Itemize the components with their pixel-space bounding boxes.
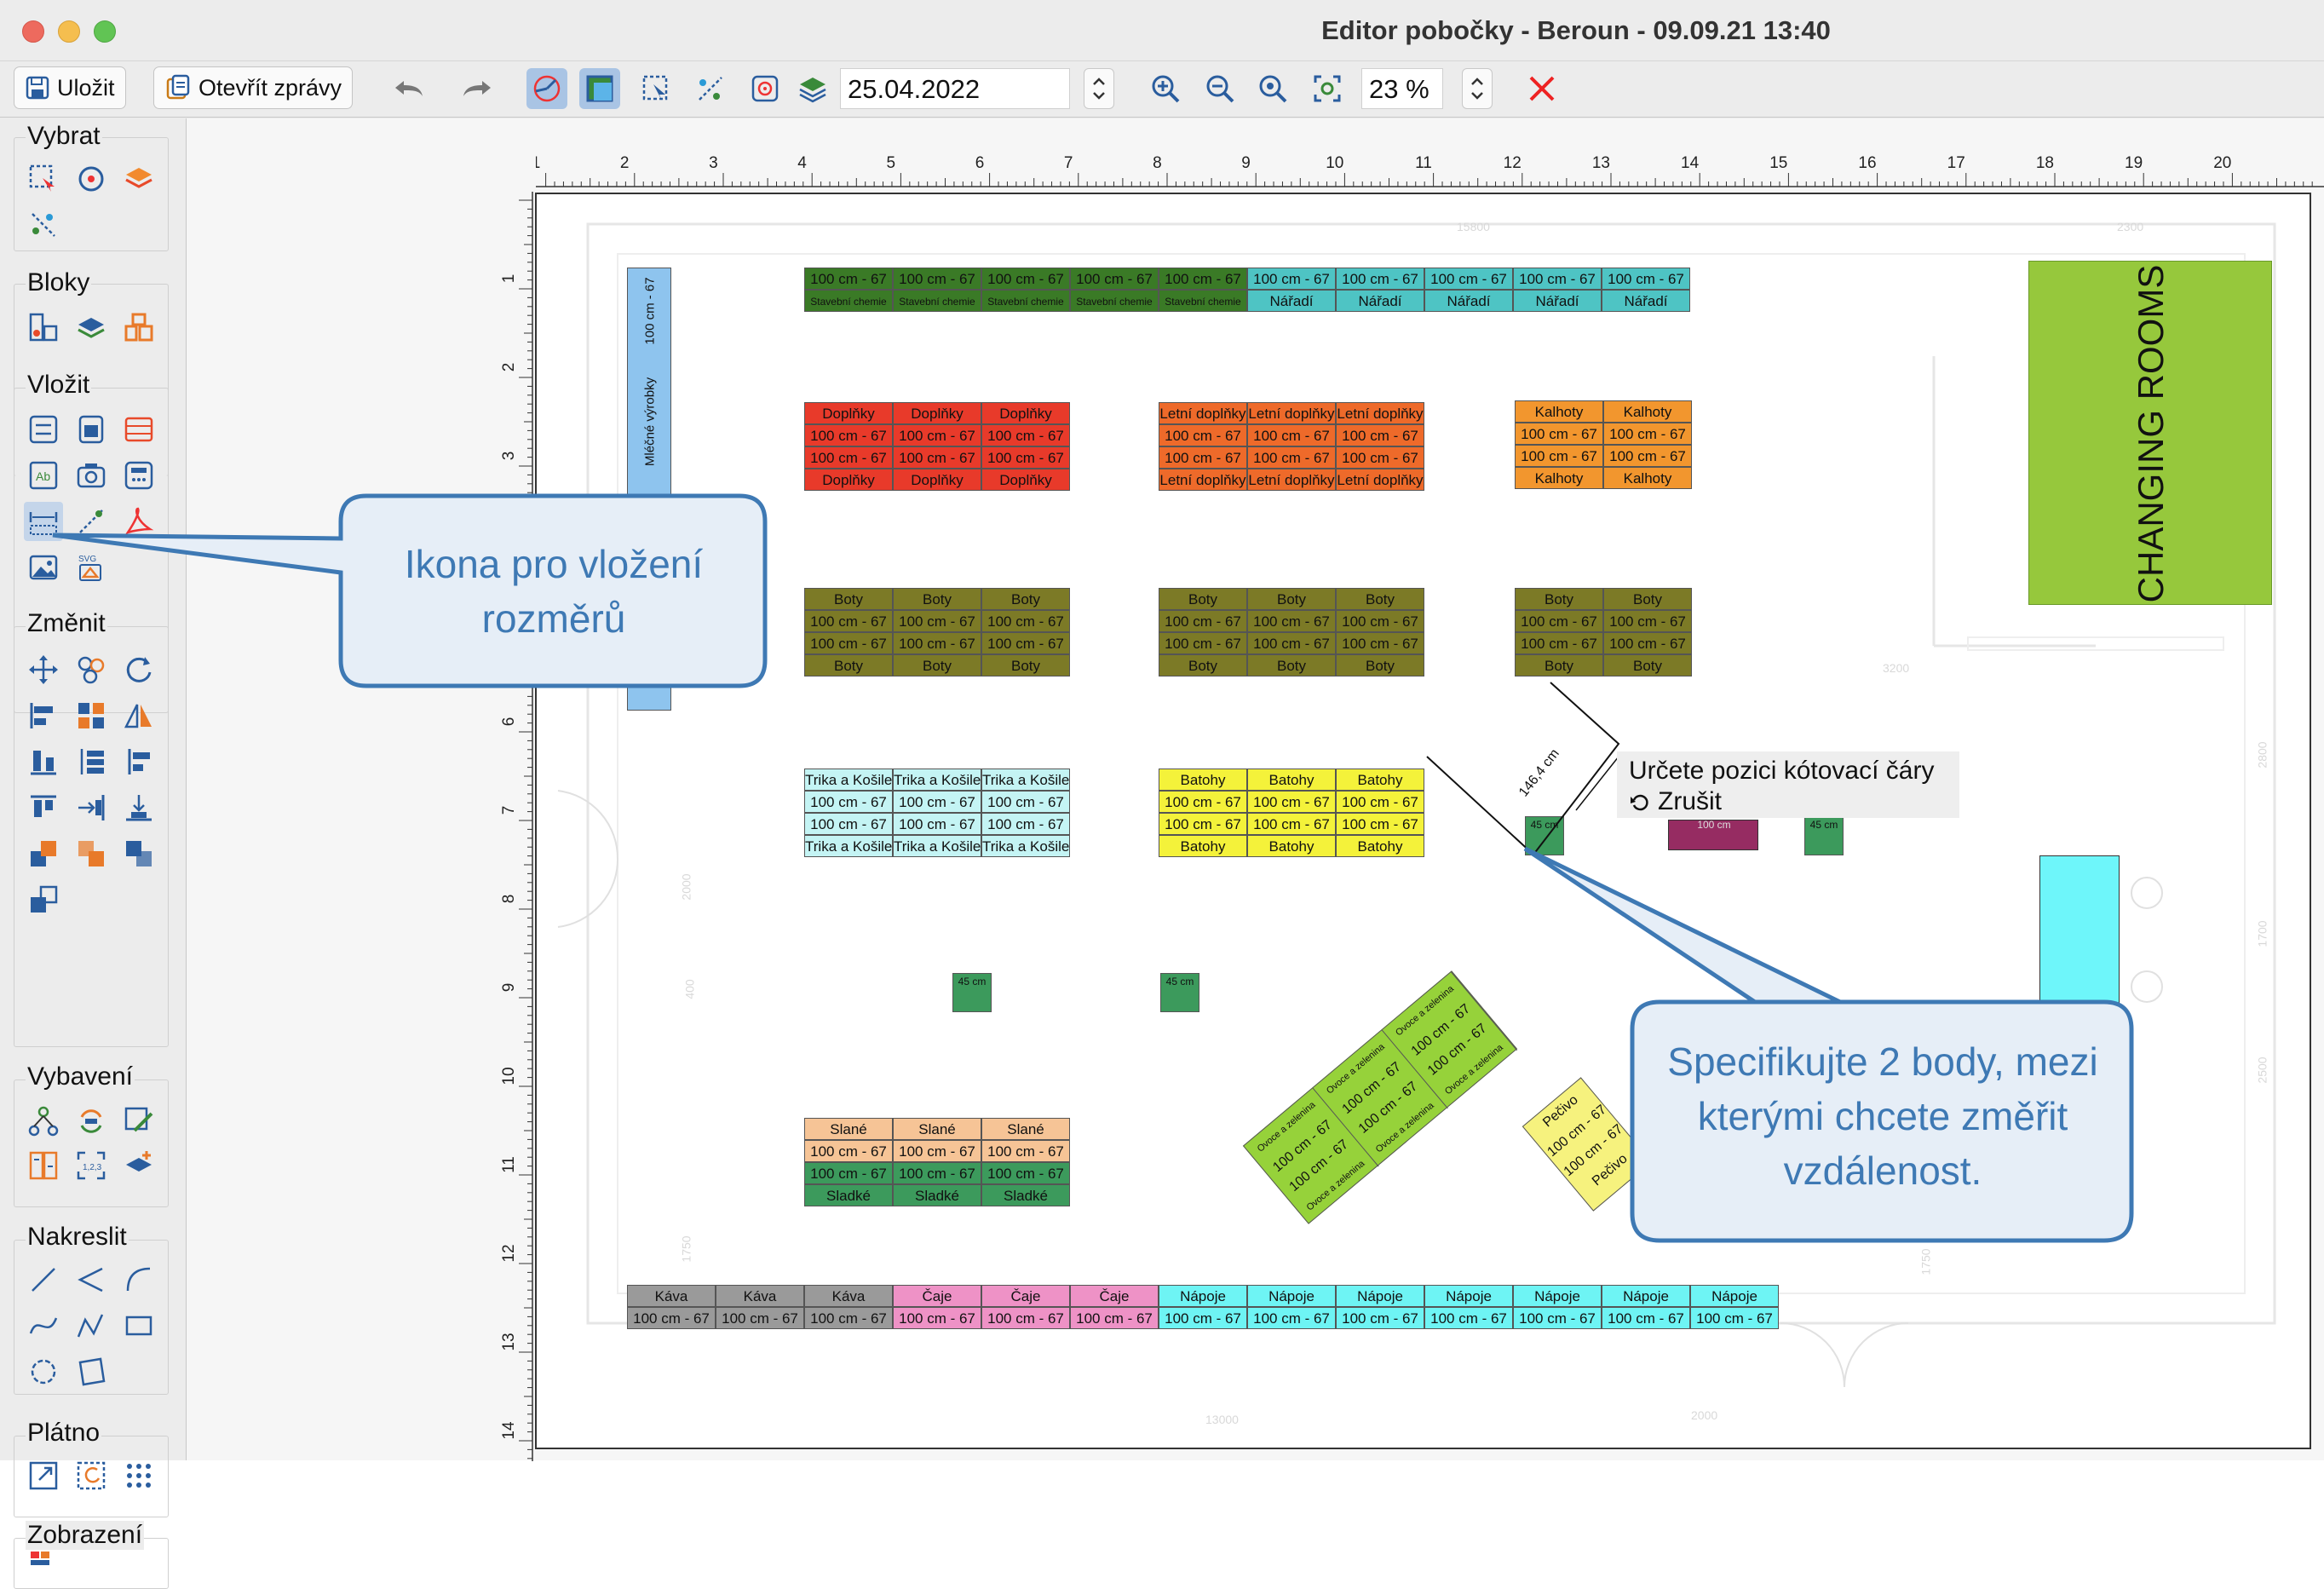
app-window: Editor pobočky - Beroun - 09.09.21 13:40… bbox=[0, 0, 2324, 1589]
canvas-grid-icon[interactable] bbox=[119, 1456, 158, 1495]
canvas-rotate-icon[interactable] bbox=[72, 1456, 111, 1495]
callout-specify-points: Specifikujte 2 body, mezi kterými chcete… bbox=[1667, 1039, 2098, 1193]
callout-shapes bbox=[52, 493, 2134, 1243]
group-title-zobrazeni: Zobrazení bbox=[26, 1521, 145, 1550]
view-heatmap-icon[interactable] bbox=[24, 1546, 63, 1572]
canvas-resize-icon[interactable] bbox=[24, 1456, 63, 1495]
callout-insert-dims: Ikona pro vložení rozměrů bbox=[404, 542, 704, 641]
